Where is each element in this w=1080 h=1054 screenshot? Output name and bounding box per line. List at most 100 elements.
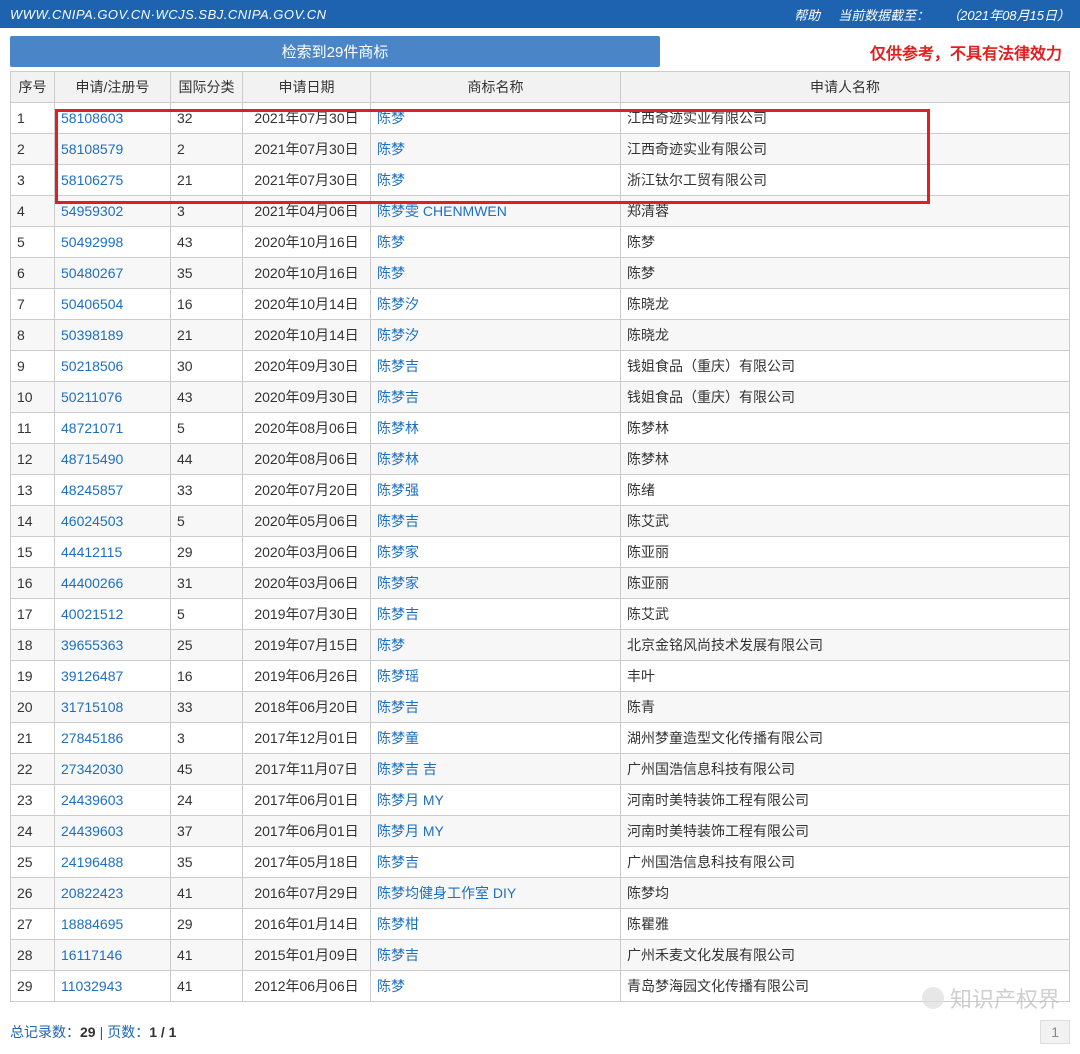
reg-link[interactable]: 27342030 (61, 761, 123, 777)
trademark-link[interactable]: 陈梦吉 (377, 947, 419, 963)
trademark-link[interactable]: 陈梦月 MY (377, 792, 444, 808)
reg-link[interactable]: 58106275 (61, 172, 123, 188)
page-number-button[interactable]: 1 (1040, 1020, 1070, 1044)
reg-link[interactable]: 54959302 (61, 203, 123, 219)
cell-seq: 25 (11, 847, 55, 878)
cell-date: 2020年10月16日 (243, 258, 371, 289)
reg-link[interactable]: 24439603 (61, 792, 123, 808)
table-row: 1939126487162019年06月26日陈梦瑶丰叶 (11, 661, 1070, 692)
reg-link[interactable]: 31715108 (61, 699, 123, 715)
cell-applicant: 钱姐食品（重庆）有限公司 (621, 351, 1070, 382)
reg-link[interactable]: 40021512 (61, 606, 123, 622)
trademark-link[interactable]: 陈梦林 (377, 451, 419, 467)
cell-date: 2020年10月14日 (243, 289, 371, 320)
trademark-link[interactable]: 陈梦均健身工作室 DIY (377, 885, 516, 901)
cell-seq: 11 (11, 413, 55, 444)
trademark-link[interactable]: 陈梦吉 吉 (377, 761, 437, 777)
reg-link[interactable]: 50211076 (61, 389, 122, 405)
trademark-link[interactable]: 陈梦汐 (377, 327, 419, 343)
reg-link[interactable]: 48715490 (61, 451, 123, 467)
trademark-link[interactable]: 陈梦吉 (377, 513, 419, 529)
reg-link[interactable]: 39126487 (61, 668, 123, 684)
reg-link[interactable]: 50406504 (61, 296, 123, 312)
trademark-link[interactable]: 陈梦瑶 (377, 668, 419, 684)
reg-link[interactable]: 20822423 (61, 885, 123, 901)
reg-link[interactable]: 44412115 (61, 544, 122, 560)
cell-applicant: 陈梦均 (621, 878, 1070, 909)
cell-date: 2020年07月20日 (243, 475, 371, 506)
cell-reg: 24439603 (55, 785, 171, 816)
trademark-link[interactable]: 陈梦吉 (377, 854, 419, 870)
trademark-link[interactable]: 陈梦 (377, 141, 405, 157)
reg-link[interactable]: 44400266 (61, 575, 123, 591)
cell-applicant: 陈艾武 (621, 599, 1070, 630)
cell-name: 陈梦吉 (371, 351, 621, 382)
cell-date: 2020年10月14日 (243, 320, 371, 351)
reg-link[interactable]: 24196488 (61, 854, 123, 870)
cell-seq: 7 (11, 289, 55, 320)
reg-link[interactable]: 11032943 (61, 978, 122, 994)
cell-seq: 26 (11, 878, 55, 909)
cell-applicant: 广州禾麦文化发展有限公司 (621, 940, 1070, 971)
cell-reg: 58108579 (55, 134, 171, 165)
cell-seq: 23 (11, 785, 55, 816)
cell-reg: 40021512 (55, 599, 171, 630)
trademark-link[interactable]: 陈梦 (377, 637, 405, 653)
trademark-link[interactable]: 陈梦 (377, 265, 405, 281)
cell-date: 2021年07月30日 (243, 134, 371, 165)
trademark-link[interactable]: 陈梦吉 (377, 606, 419, 622)
reg-link[interactable]: 50218506 (61, 358, 123, 374)
table-row: 550492998432020年10月16日陈梦陈梦 (11, 227, 1070, 258)
trademark-link[interactable]: 陈梦 (377, 172, 405, 188)
cell-reg: 50398189 (55, 320, 171, 351)
pagination-footer: 总记录数： 29 | 页数： 1 / 1 1 (0, 1002, 1080, 1054)
cell-applicant: 广州国浩信息科技有限公司 (621, 847, 1070, 878)
trademark-link[interactable]: 陈梦 (377, 978, 405, 994)
trademark-link[interactable]: 陈梦雯 CHENMWEN (377, 203, 507, 219)
trademark-link[interactable]: 陈梦吉 (377, 699, 419, 715)
cell-reg: 50480267 (55, 258, 171, 289)
cell-applicant: 陈梦林 (621, 444, 1070, 475)
reg-link[interactable]: 50398189 (61, 327, 123, 343)
cell-name: 陈梦柑 (371, 909, 621, 940)
col-reg-header: 申请/注册号 (55, 72, 171, 103)
trademark-link[interactable]: 陈梦 (377, 234, 405, 250)
cell-name: 陈梦强 (371, 475, 621, 506)
reg-link[interactable]: 58108579 (61, 141, 123, 157)
trademark-link[interactable]: 陈梦汐 (377, 296, 419, 312)
cell-name: 陈梦童 (371, 723, 621, 754)
trademark-link[interactable]: 陈梦家 (377, 544, 419, 560)
cell-applicant: 北京金铭风尚技术发展有限公司 (621, 630, 1070, 661)
cell-cls: 30 (171, 351, 243, 382)
trademark-link[interactable]: 陈梦林 (377, 420, 419, 436)
cell-date: 2020年10月16日 (243, 227, 371, 258)
cell-applicant: 陈青 (621, 692, 1070, 723)
reg-link[interactable]: 58108603 (61, 110, 123, 126)
reg-link[interactable]: 48245857 (61, 482, 123, 498)
reg-link[interactable]: 46024503 (61, 513, 123, 529)
reg-link[interactable]: 50480267 (61, 265, 123, 281)
trademark-link[interactable]: 陈梦月 MY (377, 823, 444, 839)
cell-cls: 31 (171, 568, 243, 599)
trademark-link[interactable]: 陈梦童 (377, 730, 419, 746)
trademark-link[interactable]: 陈梦吉 (377, 358, 419, 374)
trademark-link[interactable]: 陈梦 (377, 110, 405, 126)
reg-link[interactable]: 16117146 (61, 947, 122, 963)
reg-link[interactable]: 39655363 (61, 637, 123, 653)
trademark-link[interactable]: 陈梦柑 (377, 916, 419, 932)
reg-link[interactable]: 27845186 (61, 730, 123, 746)
reg-link[interactable]: 24439603 (61, 823, 123, 839)
trademark-link[interactable]: 陈梦家 (377, 575, 419, 591)
cell-cls: 41 (171, 940, 243, 971)
table-row: 1644400266312020年03月06日陈梦家陈亚丽 (11, 568, 1070, 599)
help-link[interactable]: 帮助 (794, 5, 820, 24)
site-url: WWW.CNIPA.GOV.CN·WCJS.SBJ.CNIPA.GOV.CN (10, 7, 327, 22)
cell-date: 2018年06月20日 (243, 692, 371, 723)
reg-link[interactable]: 18884695 (61, 916, 123, 932)
cell-name: 陈梦 (371, 165, 621, 196)
trademark-link[interactable]: 陈梦吉 (377, 389, 419, 405)
trademark-link[interactable]: 陈梦强 (377, 482, 419, 498)
reg-link[interactable]: 50492998 (61, 234, 123, 250)
reg-link[interactable]: 48721071 (61, 420, 123, 436)
cell-date: 2016年07月29日 (243, 878, 371, 909)
